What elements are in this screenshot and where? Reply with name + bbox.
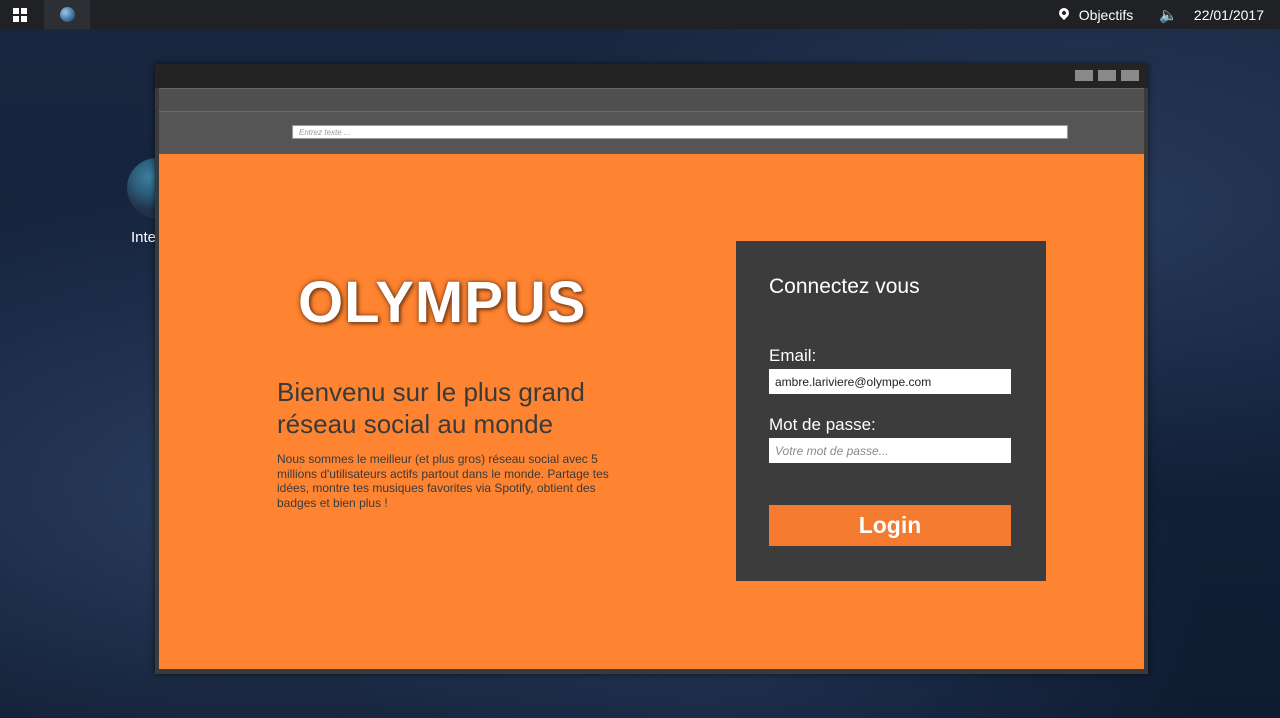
login-panel: Connectez vous Email: Mot de passe: Logi… <box>736 241 1046 581</box>
web-page: OLYMPUS Bienvenu sur le plus grand résea… <box>159 154 1144 669</box>
email-field[interactable] <box>769 369 1011 394</box>
password-label: Mot de passe: <box>769 415 876 434</box>
objectives-button[interactable]: Objectifs <box>1079 7 1133 23</box>
welcome-description: Nous sommes le meilleur (et plus gros) r… <box>277 452 609 510</box>
login-title: Connectez vous <box>769 275 920 298</box>
minimize-button[interactable] <box>1075 70 1093 81</box>
browser-tab-strip <box>159 89 1144 112</box>
speaker-icon[interactable]: 🔈 <box>1159 6 1178 24</box>
grid-icon <box>13 7 27 22</box>
browser-window: OLYMPUS Bienvenu sur le plus grand résea… <box>155 64 1148 674</box>
welcome-headline: Bienvenu sur le plus grand réseau social… <box>277 377 585 439</box>
taskbar-browser-app[interactable] <box>44 0 90 29</box>
login-button[interactable]: Login <box>769 505 1011 546</box>
close-button[interactable] <box>1121 70 1139 81</box>
taskbar-date: 22/01/2017 <box>1193 6 1264 23</box>
globe-icon <box>59 7 75 22</box>
password-field[interactable] <box>769 438 1011 463</box>
browser-toolbar <box>159 88 1144 155</box>
window-titlebar[interactable] <box>155 64 1148 88</box>
taskbar: Objectifs 🔈 22/01/2017 <box>0 0 1280 29</box>
maximize-button[interactable] <box>1098 70 1116 81</box>
address-input[interactable] <box>292 125 1068 139</box>
start-menu-button[interactable] <box>0 0 40 29</box>
taskbar-tray: Objectifs 🔈 22/01/2017 <box>1056 0 1264 29</box>
location-pin-icon <box>1056 5 1071 20</box>
site-logo: OLYMPUS <box>298 270 587 335</box>
email-label: Email: <box>769 346 817 365</box>
